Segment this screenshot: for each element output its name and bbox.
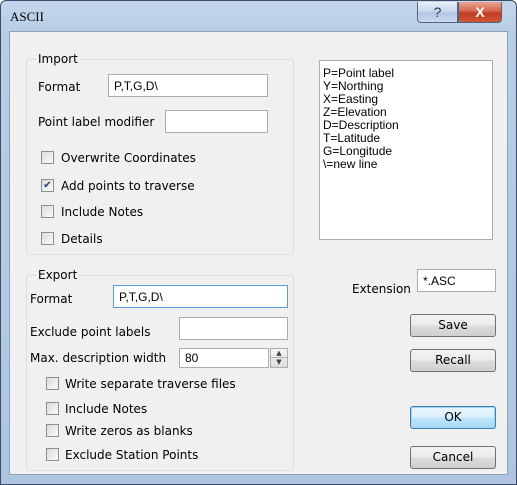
exclude-point-labels-input[interactable]	[179, 317, 288, 340]
window-title: ASCII	[10, 9, 44, 24]
point-label-modifier-label: Point label modifier	[38, 115, 155, 129]
exclude-point-labels-label: Exclude point labels	[30, 325, 151, 339]
export-include-notes-label[interactable]: Include Notes	[65, 402, 147, 416]
max-description-width-label: Max. description width	[30, 351, 167, 365]
overwrite-coordinates-checkbox[interactable]	[41, 151, 54, 164]
overwrite-coordinates-label[interactable]: Overwrite Coordinates	[61, 151, 196, 165]
write-separate-traverse-files-label[interactable]: Write separate traverse files	[65, 377, 236, 391]
cancel-button[interactable]: Cancel	[410, 446, 496, 469]
legend-line: \=new line	[323, 157, 378, 171]
format-codes-legend: P=Point label Y=Northing X=Easting Z=Ele…	[319, 60, 493, 240]
write-zeros-as-blanks-label[interactable]: Write zeros as blanks	[65, 424, 193, 438]
import-include-notes-checkbox[interactable]	[41, 205, 54, 218]
export-format-label: Format	[30, 292, 73, 306]
export-format-input[interactable]	[113, 285, 288, 308]
spin-up-icon[interactable]: ▲	[271, 349, 287, 358]
max-description-width-input[interactable]	[179, 348, 269, 368]
help-button[interactable]: ?	[417, 2, 458, 23]
details-label[interactable]: Details	[61, 232, 103, 246]
spin-down-icon[interactable]: ▼	[271, 358, 287, 367]
extension-input[interactable]	[417, 269, 496, 292]
details-checkbox[interactable]	[41, 232, 54, 245]
write-zeros-as-blanks-checkbox[interactable]	[46, 424, 59, 437]
import-format-input[interactable]	[108, 74, 268, 97]
export-group-label: Export	[36, 268, 80, 282]
import-group-label: Import	[36, 52, 80, 66]
max-description-width-spinner[interactable]: ▲ ▼	[270, 348, 288, 368]
add-points-to-traverse-label[interactable]: Add points to traverse	[61, 179, 195, 193]
add-points-to-traverse-checkbox[interactable]: ✔	[41, 179, 54, 192]
import-format-label: Format	[38, 80, 81, 94]
recall-button[interactable]: Recall	[410, 349, 496, 372]
close-icon: X	[475, 4, 485, 20]
dialog-client-area: Import Format Point label modifier Overw…	[9, 31, 508, 475]
save-button[interactable]: Save	[410, 314, 496, 337]
checkmark-icon: ✔	[43, 180, 52, 191]
ascii-dialog-window: ASCII ? X Import Format Point label modi…	[0, 0, 517, 485]
import-include-notes-label[interactable]: Include Notes	[61, 205, 143, 219]
export-include-notes-checkbox[interactable]	[46, 402, 59, 415]
exclude-station-points-label[interactable]: Exclude Station Points	[65, 448, 198, 462]
point-label-modifier-input[interactable]	[165, 110, 268, 133]
exclude-station-points-checkbox[interactable]	[46, 448, 59, 461]
write-separate-traverse-files-checkbox[interactable]	[46, 377, 59, 390]
ok-button[interactable]: OK	[410, 406, 496, 429]
close-button[interactable]: X	[458, 2, 502, 23]
help-icon: ?	[433, 4, 442, 20]
extension-label: Extension	[352, 282, 411, 296]
